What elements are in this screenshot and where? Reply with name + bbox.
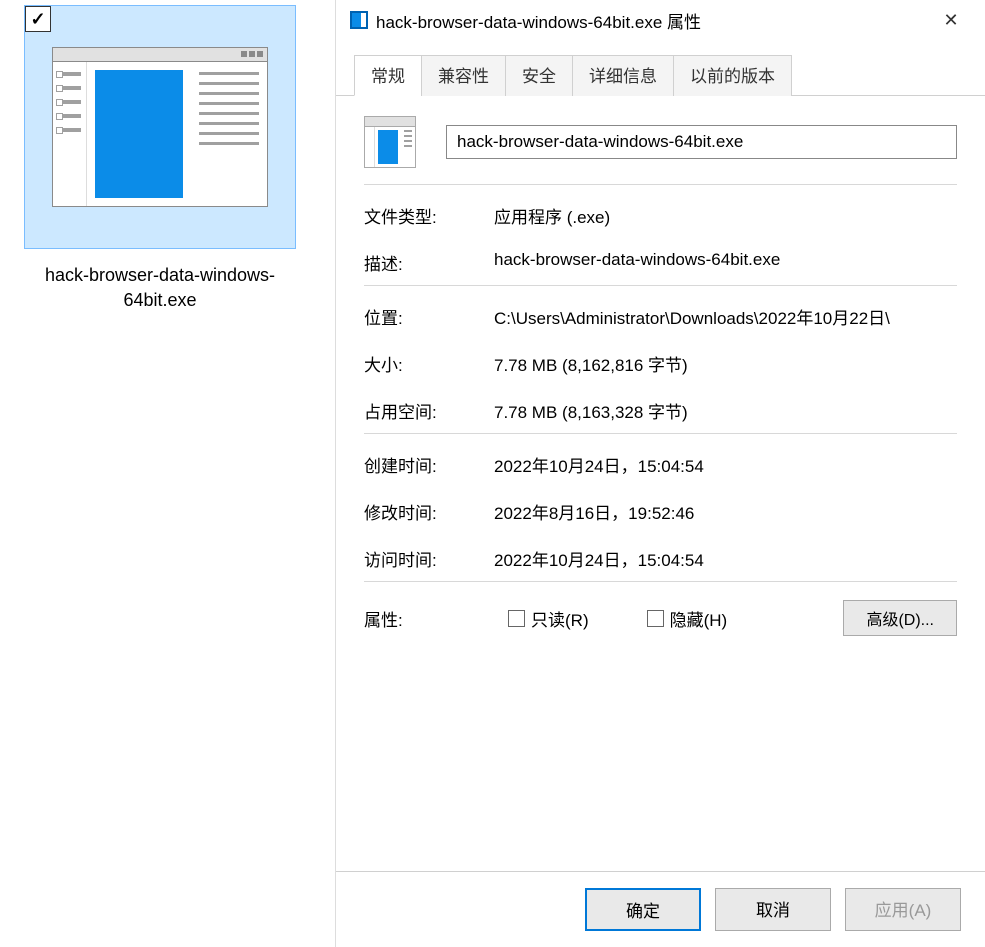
checkbox-icon [508, 610, 525, 627]
apply-button[interactable]: 应用(A) [845, 888, 961, 931]
readonly-label: 只读(R) [531, 606, 589, 631]
tab-strip: 常规 兼容性 安全 详细信息 以前的版本 [336, 54, 985, 96]
file-item[interactable]: ✓ hack-browser-data-windows-64bit.exe [15, 5, 305, 313]
filename-input[interactable] [446, 125, 957, 159]
hidden-checkbox[interactable]: 隐藏(H) [647, 606, 728, 631]
tab-compatibility[interactable]: 兼容性 [421, 55, 506, 96]
label-attributes: 属性: [364, 606, 494, 631]
app-icon [350, 11, 368, 29]
ok-button[interactable]: 确定 [585, 888, 701, 931]
file-type-icon [364, 116, 416, 168]
value-modified: 2022年8月16日，19:52:46 [494, 499, 957, 524]
tab-previous-versions[interactable]: 以前的版本 [673, 55, 792, 96]
checkbox-icon [647, 610, 664, 627]
readonly-checkbox[interactable]: 只读(R) [508, 606, 589, 631]
value-location: C:\Users\Administrator\Downloads\2022年10… [494, 304, 957, 329]
label-created: 创建时间: [364, 452, 494, 477]
tab-details[interactable]: 详细信息 [572, 55, 674, 96]
selection-check-icon: ✓ [25, 6, 51, 32]
tab-general[interactable]: 常规 [354, 55, 422, 96]
properties-dialog: hack-browser-data-windows-64bit.exe 属性 ✕… [335, 0, 985, 947]
file-thumbnail-selected: ✓ [24, 5, 296, 249]
explorer-pane: ✓ hack-browser-data-windows-64bit.exe [0, 0, 335, 947]
value-created: 2022年10月24日，15:04:54 [494, 452, 957, 477]
value-description: hack-browser-data-windows-64bit.exe [494, 250, 957, 275]
cancel-button[interactable]: 取消 [715, 888, 831, 931]
hidden-label: 隐藏(H) [670, 606, 728, 631]
value-size-on-disk: 7.78 MB (8,163,328 字节) [494, 398, 957, 423]
tab-security[interactable]: 安全 [505, 55, 573, 96]
value-accessed: 2022年10月24日，15:04:54 [494, 546, 957, 571]
label-modified: 修改时间: [364, 499, 494, 524]
dialog-footer: 确定 取消 应用(A) [336, 871, 985, 947]
label-size-on-disk: 占用空间: [364, 398, 494, 423]
advanced-button[interactable]: 高级(D)... [843, 600, 957, 636]
app-window-icon [52, 47, 268, 207]
label-size: 大小: [364, 351, 494, 376]
label-description: 描述: [364, 250, 494, 275]
value-filetype: 应用程序 (.exe) [494, 203, 957, 228]
label-filetype: 文件类型: [364, 203, 494, 228]
label-location: 位置: [364, 304, 494, 329]
dialog-titlebar[interactable]: hack-browser-data-windows-64bit.exe 属性 ✕ [336, 0, 985, 40]
dialog-title: hack-browser-data-windows-64bit.exe 属性 [376, 8, 701, 33]
close-button[interactable]: ✕ [931, 10, 971, 31]
file-name-label: hack-browser-data-windows-64bit.exe [15, 263, 305, 313]
label-accessed: 访问时间: [364, 546, 494, 571]
value-size: 7.78 MB (8,162,816 字节) [494, 351, 957, 376]
